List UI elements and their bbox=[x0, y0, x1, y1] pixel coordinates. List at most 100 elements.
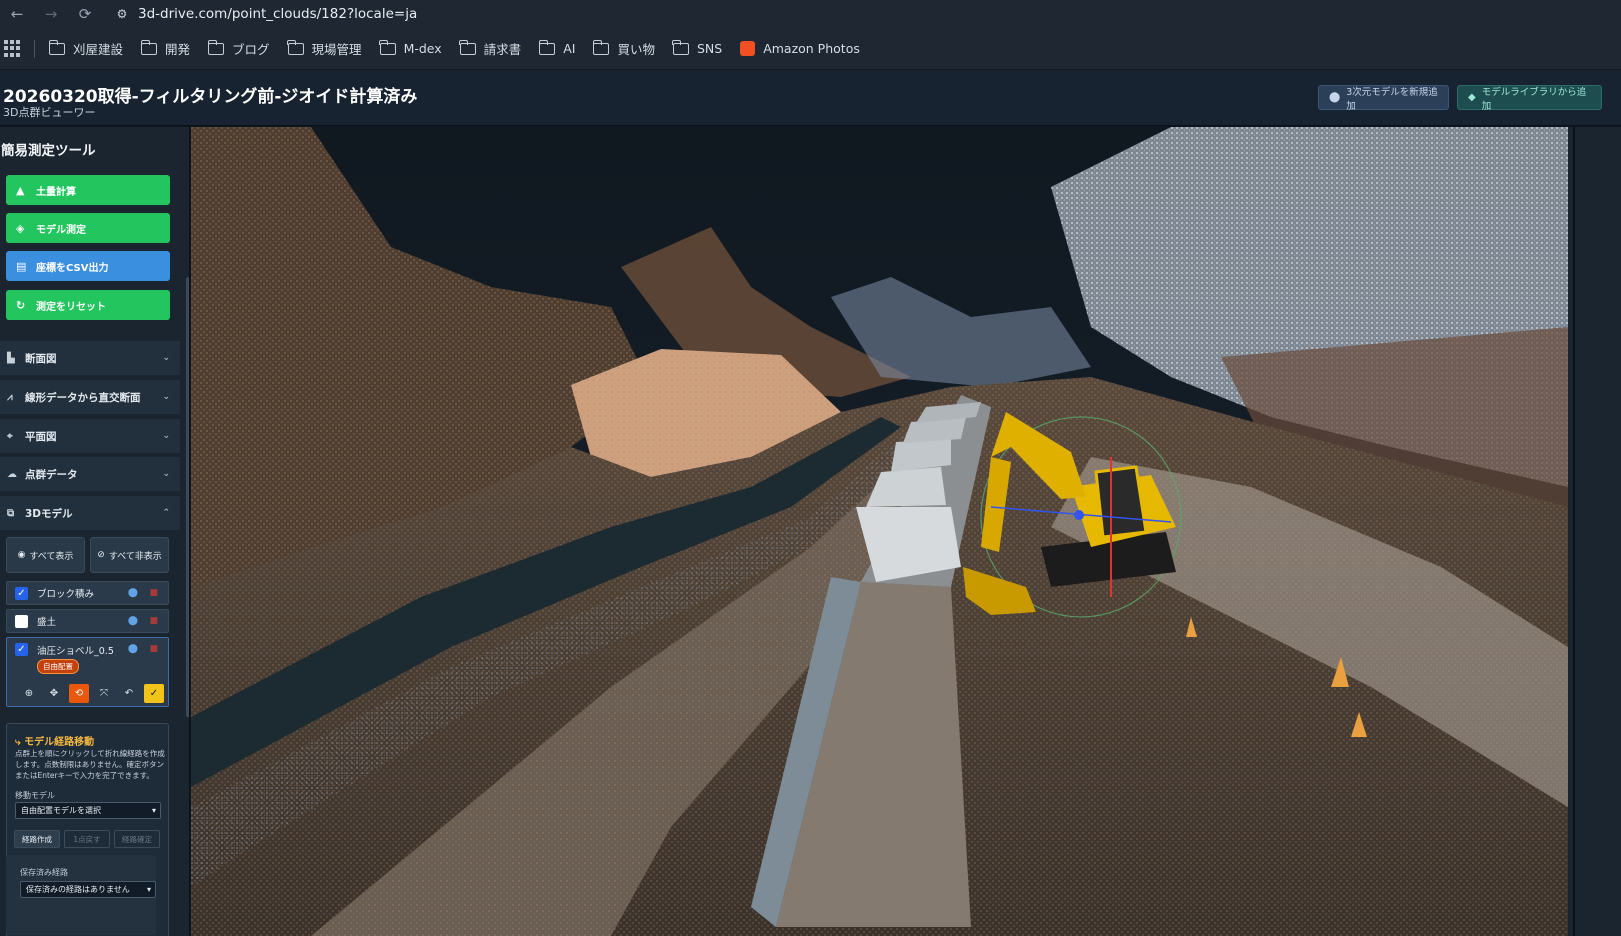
locate-pin-icon[interactable]: ⬤ bbox=[128, 616, 138, 626]
cloud-icon: ☁ bbox=[7, 468, 17, 480]
model-library-button[interactable]: ◆ モデルライブラリから追加 bbox=[1457, 85, 1602, 112]
chevron-down-icon: ▾ bbox=[146, 885, 151, 894]
bookmark-amazon-photos[interactable]: Amazon Photos bbox=[740, 41, 860, 56]
bookmark-folder[interactable]: 現場管理 bbox=[287, 39, 362, 58]
chevron-down-icon: ▾ bbox=[151, 806, 156, 815]
chevron-down-icon: ⌄ bbox=[162, 392, 170, 402]
compass-icon: ⌖ bbox=[7, 430, 13, 442]
gizmo-center[interactable] bbox=[1074, 510, 1084, 520]
forward-icon[interactable]: → bbox=[34, 0, 68, 28]
bookmark-folder[interactable]: 請求書 bbox=[459, 39, 521, 58]
target-icon[interactable]: ⊕ bbox=[19, 684, 39, 703]
reset-icon: ↻ bbox=[16, 298, 26, 312]
saved-routes-label: 保存済み経路 bbox=[20, 868, 68, 877]
route-title: ⤷ モデル経路移動 bbox=[15, 737, 95, 748]
export-csv-button[interactable]: ▤ 座標をCSV出力 bbox=[6, 251, 170, 281]
add-3d-model-button[interactable]: ⬤ 3次元モデルを新規追加 bbox=[1318, 85, 1449, 112]
confirm-route-button[interactable]: 経路確定 bbox=[114, 830, 160, 848]
address-bar[interactable]: 3d-drive.com/point_clouds/182?locale=ja bbox=[138, 6, 417, 22]
model-visibility-checkbox[interactable]: ✓ bbox=[15, 643, 28, 656]
folder-icon bbox=[672, 39, 689, 55]
section-alignment[interactable]: ⩘ 線形データから直交断面 ⌄ bbox=[0, 380, 180, 414]
site-info-icon[interactable]: ⚙ bbox=[112, 4, 132, 24]
chevron-down-icon: ⌄ bbox=[162, 353, 170, 363]
chart-icon: ▙ bbox=[7, 352, 15, 364]
browser-url-bar: ← → ⟳ ⚙ 3d-drive.com/point_clouds/182?lo… bbox=[0, 0, 1621, 28]
folder-icon bbox=[287, 39, 304, 55]
create-route-button[interactable]: 経路作成 bbox=[14, 830, 60, 848]
mountain-icon: ▲ bbox=[16, 183, 25, 197]
apps-grid-icon[interactable] bbox=[4, 39, 22, 58]
section-plan[interactable]: ⌖ 平面図 ⌄ bbox=[0, 419, 180, 453]
page-subtitle: 3D点群ビューワー bbox=[3, 106, 96, 119]
delete-icon[interactable]: ■ bbox=[149, 588, 158, 598]
undo-icon[interactable]: ↶ bbox=[119, 684, 139, 703]
scale-icon[interactable]: ⤧ bbox=[94, 684, 114, 703]
model-measure-button[interactable]: ◈ モデル測定 bbox=[6, 213, 170, 243]
section-3d-models[interactable]: ⧉ 3Dモデル ⌃ bbox=[0, 496, 180, 530]
move-icon[interactable]: ✥ bbox=[44, 684, 64, 703]
saved-routes-box: 保存済み経路 保存済みの経路はありません ▾ bbox=[6, 855, 156, 935]
model-tools: ⊕ ✥ ⟲ ⤧ ↶ ✓ bbox=[19, 684, 164, 703]
undo-point-button[interactable]: 1点戻す bbox=[64, 830, 110, 848]
cube-icon: ◈ bbox=[16, 221, 25, 235]
confirm-icon[interactable]: ✓ bbox=[144, 684, 164, 703]
bookmark-folder[interactable]: ブログ bbox=[207, 39, 270, 58]
delete-icon[interactable]: ■ bbox=[149, 644, 158, 654]
sidebar-scrollbar[interactable] bbox=[186, 277, 189, 717]
bookmark-folder[interactable]: SNS bbox=[672, 39, 722, 56]
eye-slash-icon: ⊘ bbox=[97, 550, 105, 560]
delete-icon[interactable]: ■ bbox=[149, 616, 158, 626]
bookmark-folder[interactable]: 刈屋建設 bbox=[48, 39, 123, 58]
model-row-selected[interactable]: ✓ 油圧ショベル_0.5 ⬤ ■ 自由配置 ⊕ ✥ ⟲ ⤧ ↶ ✓ bbox=[6, 637, 169, 707]
model-row[interactable]: 盛土 ⬤ ■ bbox=[6, 609, 169, 633]
bookmark-folder[interactable]: AI bbox=[538, 39, 575, 56]
move-model-select[interactable]: 自由配置モデルを選択 ▾ bbox=[15, 802, 161, 819]
model-row[interactable]: ✓ ブロック積み ⬤ ■ bbox=[6, 581, 169, 605]
model-visibility-checkbox[interactable] bbox=[15, 614, 28, 628]
free-placement-badge: 自由配置 bbox=[37, 659, 79, 674]
bookmark-folder[interactable]: 開発 bbox=[140, 39, 190, 58]
earthwork-button[interactable]: ▲ 土量計算 bbox=[6, 175, 170, 205]
point-cloud-canvas[interactable] bbox=[191, 127, 1568, 936]
point-cloud-viewer[interactable] bbox=[191, 127, 1568, 936]
map-pin-icon: ⬤ bbox=[1329, 92, 1341, 103]
reset-measure-button[interactable]: ↻ 測定をリセット bbox=[6, 290, 170, 320]
amazon-photos-icon bbox=[740, 41, 756, 56]
folder-icon bbox=[379, 39, 396, 55]
folder-icon bbox=[140, 39, 158, 55]
cubes-icon: ◆ bbox=[1468, 92, 1476, 103]
chevron-down-icon: ⌄ bbox=[162, 431, 170, 441]
app-header: 20260320取得-フィルタリング前-ジオイド計算済み 3D点群ビューワー ⬤… bbox=[0, 70, 1621, 126]
cubes-icon: ⧉ bbox=[7, 507, 15, 519]
file-icon: ▤ bbox=[16, 259, 27, 273]
excavator-cab bbox=[1094, 465, 1148, 539]
hide-all-button[interactable]: ⊘ すべて非表示 bbox=[90, 537, 169, 573]
sidebar-title: 簡易測定ツール bbox=[1, 143, 96, 159]
move-model-label: 移動モデル bbox=[15, 791, 55, 800]
saved-routes-select[interactable]: 保存済みの経路はありません ▾ bbox=[20, 881, 156, 898]
bookmarks-bar: 刈屋建設 開発 ブログ 現場管理 M-dex 請求書 AI 買い物 SNS Am… bbox=[0, 28, 1621, 70]
section-cross[interactable]: ▙ 断面図 ⌄ bbox=[0, 341, 180, 375]
model-visibility-checkbox[interactable]: ✓ bbox=[15, 586, 28, 600]
route-icon: ⤷ bbox=[15, 737, 25, 748]
show-all-button[interactable]: ◉ すべて表示 bbox=[6, 537, 85, 573]
locate-pin-icon[interactable]: ⬤ bbox=[128, 644, 138, 654]
road-icon: ⩘ bbox=[7, 391, 13, 403]
back-icon[interactable]: ← bbox=[0, 0, 34, 28]
sidebar: 簡易測定ツール ▲ 土量計算 ◈ モデル測定 ▤ 座標をCSV出力 ↻ 測定をリセット … bbox=[0, 127, 190, 936]
bookmark-divider bbox=[34, 39, 35, 58]
bookmark-folder[interactable]: M-dex bbox=[379, 39, 442, 56]
bookmark-folder[interactable]: 買い物 bbox=[592, 39, 655, 58]
locate-pin-icon[interactable]: ⬤ bbox=[128, 588, 138, 598]
chevron-up-icon: ⌃ bbox=[162, 508, 170, 518]
folder-icon bbox=[459, 39, 476, 55]
folder-icon bbox=[592, 39, 610, 55]
folder-icon bbox=[48, 39, 65, 55]
eye-icon: ◉ bbox=[17, 550, 26, 560]
route-description: 点群上を順にクリックして折れ線経路を作成します。点数制限はありません。確定ボタン… bbox=[15, 749, 165, 780]
section-pointcloud[interactable]: ☁ 点群データ ⌄ bbox=[0, 457, 180, 491]
reload-icon[interactable]: ⟳ bbox=[68, 0, 102, 28]
chevron-down-icon: ⌄ bbox=[162, 469, 170, 479]
rotate-icon[interactable]: ⟲ bbox=[69, 684, 89, 703]
